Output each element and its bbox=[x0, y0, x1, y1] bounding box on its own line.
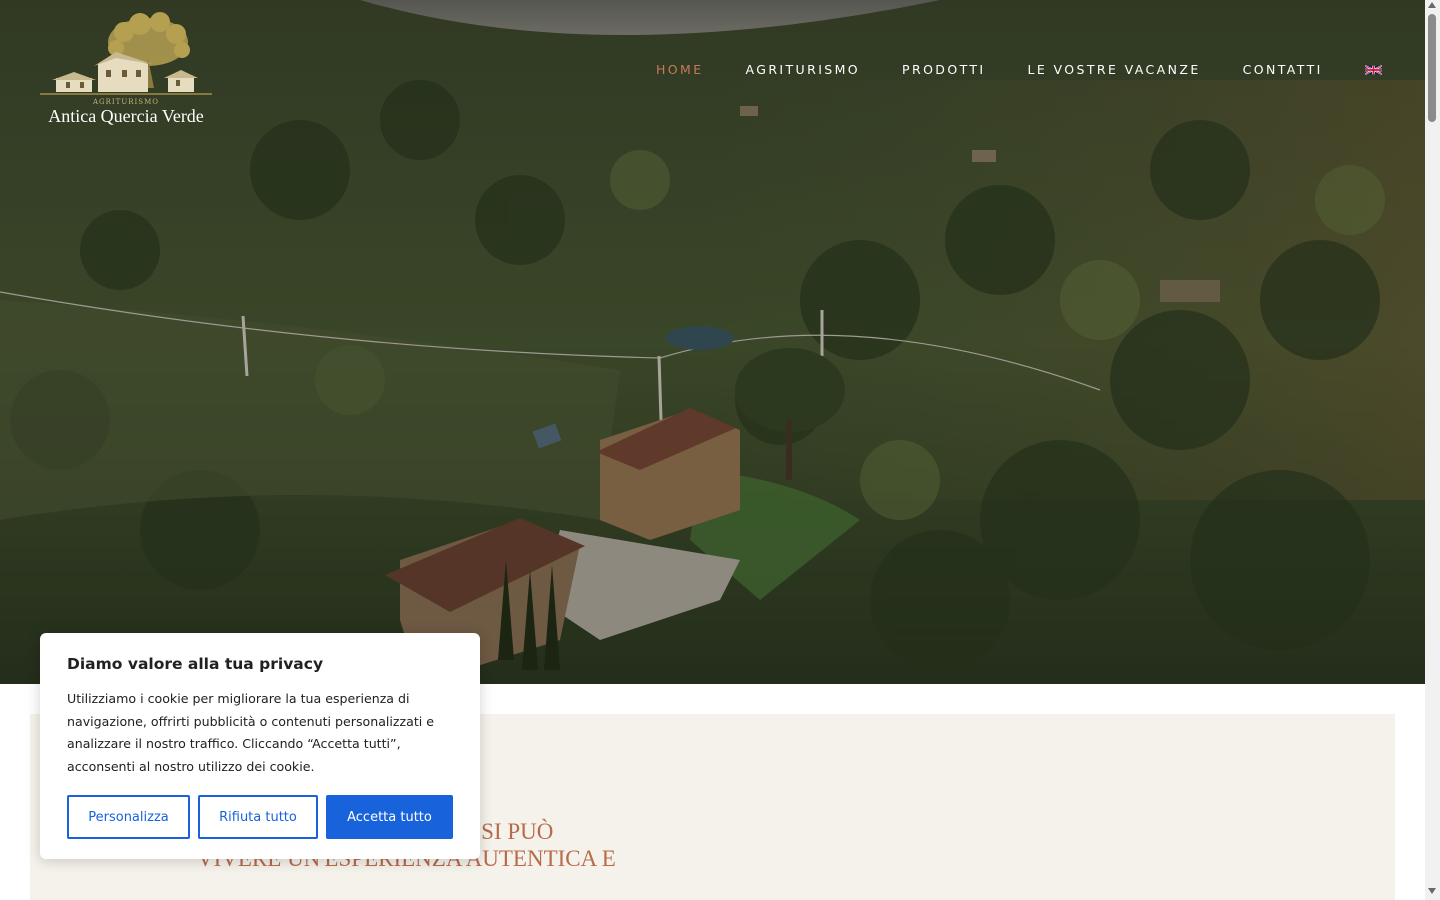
scroll-up-arrow-icon[interactable] bbox=[1428, 2, 1436, 8]
cookie-description: Utilizziamo i cookie per migliorare la t… bbox=[67, 691, 435, 774]
customize-button[interactable]: Personalizza bbox=[67, 795, 190, 839]
reject-all-button[interactable]: Rifiuta tutto bbox=[198, 795, 318, 839]
logo-subtitle: AGRITURISMO bbox=[93, 98, 159, 106]
cookie-consent-banner: Diamo valore alla tua privacy Utilizziam… bbox=[40, 633, 480, 859]
scroll-down-arrow-icon[interactable] bbox=[1428, 888, 1436, 894]
accept-all-button[interactable]: Accetta tutto bbox=[326, 795, 453, 839]
cookie-title: Diamo valore alla tua privacy bbox=[67, 655, 324, 673]
scrollbar-track[interactable] bbox=[1425, 0, 1440, 900]
uk-flag-icon[interactable] bbox=[1364, 64, 1382, 76]
hero-image: AGRITURISMO Antica Quercia Verde HOME AG… bbox=[0, 0, 1425, 684]
nav-item-prodotti[interactable]: PRODOTTI bbox=[902, 62, 985, 78]
scrollbar-thumb[interactable] bbox=[1428, 14, 1436, 122]
nav-item-home[interactable]: HOME bbox=[656, 62, 704, 78]
nav-item-le-vostre-vacanze[interactable]: LE VOSTRE VACANZE bbox=[1028, 62, 1201, 78]
nav-item-agriturismo[interactable]: AGRITURISMO bbox=[746, 62, 861, 78]
logo-name: Antica Quercia Verde bbox=[48, 106, 204, 126]
main-navigation: HOME AGRITURISMO PRODOTTI LE VOSTRE VACA… bbox=[656, 62, 1382, 78]
nav-item-contatti[interactable]: CONTATTI bbox=[1243, 62, 1323, 78]
site-logo[interactable]: AGRITURISMO Antica Quercia Verde bbox=[36, 12, 216, 132]
farmhouse-oak-logo-icon bbox=[40, 12, 212, 95]
